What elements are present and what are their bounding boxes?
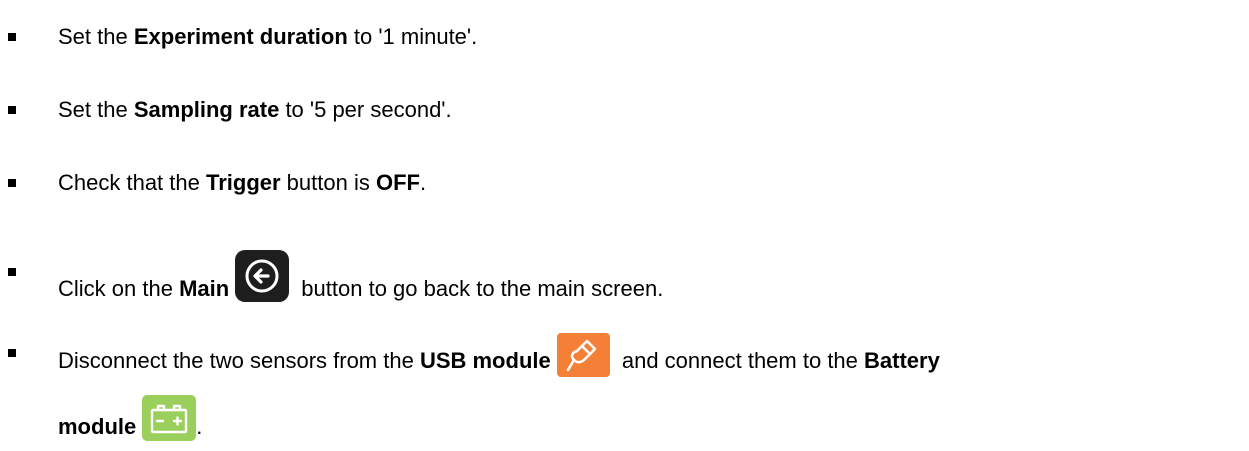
step-bold-term: module bbox=[58, 413, 137, 439]
list-item-text: module. bbox=[58, 395, 203, 451]
list-item-text: Click on the Main button to go back to t… bbox=[58, 250, 664, 316]
list-item-text: Set the Sampling rate to '5 per second'. bbox=[58, 97, 452, 123]
step-bold-term: OFF bbox=[375, 170, 420, 195]
list-item-text: Check that the Trigger button is OFF. bbox=[58, 170, 426, 196]
battery-icon bbox=[142, 395, 197, 441]
list-item-text: Disconnect the two sensors from the USB … bbox=[58, 333, 940, 384]
usb-plug-icon bbox=[556, 333, 610, 377]
bullet-icon bbox=[8, 33, 16, 41]
bullet-icon bbox=[8, 268, 16, 276]
step-text: Set the bbox=[58, 24, 134, 49]
bullet-icon bbox=[8, 106, 16, 114]
step-text: button is bbox=[280, 170, 376, 195]
step-text: Click on the bbox=[58, 275, 180, 301]
step-bold-term: Main bbox=[179, 275, 230, 301]
bullet-icon bbox=[8, 179, 16, 187]
instruction-list: Set the Experiment duration to '1 minute… bbox=[0, 0, 1249, 441]
list-item-text: Set the Experiment duration to '1 minute… bbox=[58, 24, 477, 50]
step-text: button to go back to the main screen. bbox=[295, 275, 664, 301]
step-text: Disconnect the two sensors from the bbox=[58, 347, 420, 373]
step-text: Set the bbox=[58, 97, 134, 122]
back-arrow-circle-icon bbox=[235, 250, 290, 302]
step-text: Check that the bbox=[58, 170, 206, 195]
step-bold-term: Trigger bbox=[205, 170, 281, 195]
step-text: to '5 per second'. bbox=[279, 97, 452, 122]
step-bold-term: Sampling rate bbox=[133, 97, 280, 122]
step-bold-term: Experiment duration bbox=[133, 24, 348, 49]
step-bold-term: Battery bbox=[864, 347, 940, 373]
step-bold-term: USB module bbox=[419, 347, 551, 373]
step-text: . bbox=[419, 170, 427, 195]
bullet-icon bbox=[8, 349, 16, 357]
step-text: . bbox=[196, 413, 203, 439]
step-text: to '1 minute'. bbox=[347, 24, 478, 49]
step-text: and connect them to the bbox=[615, 347, 865, 373]
